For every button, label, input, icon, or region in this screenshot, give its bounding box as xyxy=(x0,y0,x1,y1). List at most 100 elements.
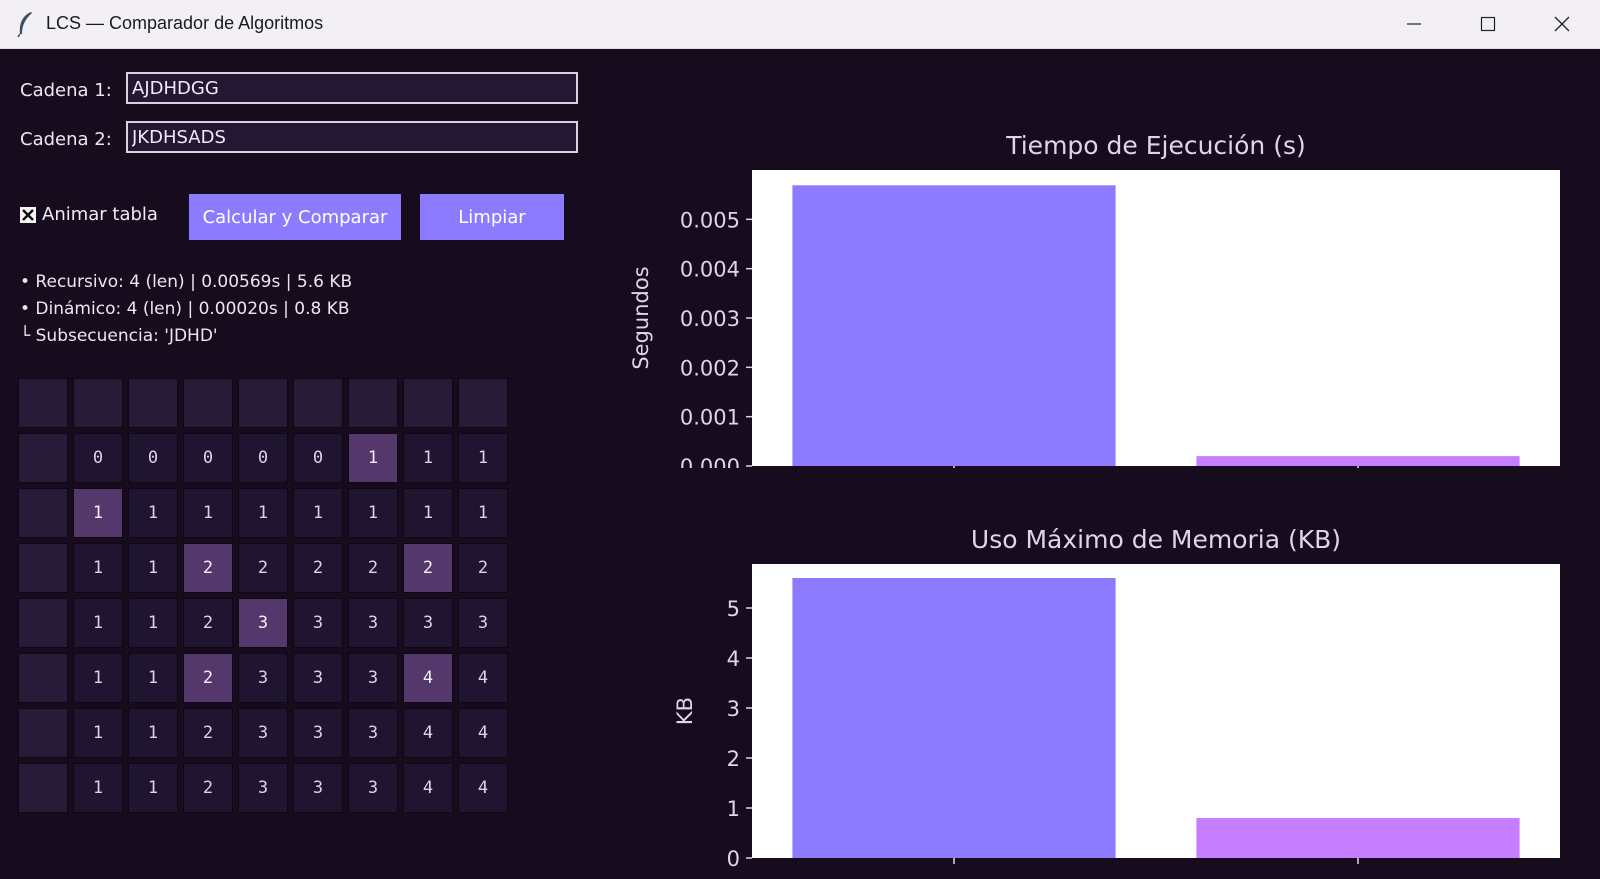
time-chart: Tiempo de Ejecución (s)RecursivoDinámico… xyxy=(620,78,1580,504)
table-cell: 3 xyxy=(348,708,398,758)
table-cell: 3 xyxy=(458,598,508,648)
table-cell: 1 xyxy=(128,543,178,593)
y-axis-label: Segundos xyxy=(629,266,653,369)
table-cell xyxy=(18,598,68,648)
table-cell: 0 xyxy=(73,433,123,483)
app-feather-icon xyxy=(17,12,32,38)
table-cell: 0 xyxy=(183,433,233,483)
close-button[interactable] xyxy=(1526,0,1598,48)
table-cell xyxy=(293,378,343,428)
y-tick-label: 1 xyxy=(727,797,740,821)
table-cell: 1 xyxy=(128,488,178,538)
table-cell: 3 xyxy=(293,763,343,813)
table-cell: 4 xyxy=(458,763,508,813)
table-cell: 1 xyxy=(128,653,178,703)
table-cell: 1 xyxy=(128,708,178,758)
table-cell: 2 xyxy=(293,543,343,593)
cadena1-input[interactable] xyxy=(126,72,578,104)
maximize-button[interactable] xyxy=(1452,0,1524,48)
table-cell xyxy=(18,543,68,593)
table-cell: 4 xyxy=(403,708,453,758)
table-cell: 1 xyxy=(73,708,123,758)
table-cell: 2 xyxy=(348,543,398,593)
window-title: LCS — Comparador de Algoritmos xyxy=(46,13,324,33)
table-cell: 2 xyxy=(403,543,453,593)
table-cell xyxy=(403,378,453,428)
cadena2-input[interactable] xyxy=(126,121,578,153)
table-cell: 3 xyxy=(293,653,343,703)
table-cell: 4 xyxy=(403,763,453,813)
table-cell: 2 xyxy=(183,763,233,813)
table-cell: 1 xyxy=(348,488,398,538)
y-tick-label: 3 xyxy=(727,697,740,721)
table-cell: 2 xyxy=(458,543,508,593)
table-cell: 3 xyxy=(403,598,453,648)
table-cell xyxy=(348,378,398,428)
table-cell: 3 xyxy=(293,708,343,758)
table-cell: 4 xyxy=(403,653,453,703)
table-cell xyxy=(18,763,68,813)
chart-title: Tiempo de Ejecución (s) xyxy=(1005,131,1306,160)
table-cell: 2 xyxy=(183,598,233,648)
table-cell: 1 xyxy=(73,543,123,593)
title-bar: LCS — Comparador de Algoritmos xyxy=(0,0,1600,49)
y-axis-label: KB xyxy=(673,697,697,725)
y-tick-label: 0.000 xyxy=(680,455,740,468)
y-tick-label: 0.004 xyxy=(680,258,740,282)
table-cell: 1 xyxy=(128,763,178,813)
table-cell xyxy=(18,708,68,758)
table-cell: 1 xyxy=(73,488,123,538)
table-cell xyxy=(128,378,178,428)
table-cell xyxy=(458,378,508,428)
cadena2-label: Cadena 2: xyxy=(20,129,112,150)
table-cell: 1 xyxy=(238,488,288,538)
calculate-compare-button[interactable]: Calcular y Comparar xyxy=(189,194,401,240)
table-cell xyxy=(238,378,288,428)
table-cell: 1 xyxy=(403,433,453,483)
table-cell: 1 xyxy=(458,488,508,538)
result-recursive: • Recursivo: 4 (len) | 0.00569s | 5.6 KB xyxy=(20,272,353,292)
bar-dinámico xyxy=(1196,818,1520,858)
table-cell: 3 xyxy=(348,763,398,813)
memory-chart: Uso Máximo de Memoria (KB)RecursivoDinám… xyxy=(620,470,1580,879)
table-cell xyxy=(18,488,68,538)
table-cell: 1 xyxy=(293,488,343,538)
bar-recursivo xyxy=(792,185,1116,466)
minimize-button[interactable] xyxy=(1378,0,1450,48)
main-area: Cadena 1: Cadena 2: Animar tabla Calcula… xyxy=(0,48,1600,879)
table-cell: 1 xyxy=(403,488,453,538)
table-cell xyxy=(18,653,68,703)
table-cell: 3 xyxy=(293,598,343,648)
table-cell: 3 xyxy=(238,763,288,813)
table-cell: 2 xyxy=(183,543,233,593)
animate-label: Animar tabla xyxy=(42,204,158,225)
bar-recursivo xyxy=(792,578,1116,858)
table-cell: 1 xyxy=(73,653,123,703)
table-cell: 3 xyxy=(238,598,288,648)
table-cell: 0 xyxy=(293,433,343,483)
y-tick-label: 4 xyxy=(727,647,740,671)
table-cell: 1 xyxy=(348,433,398,483)
y-tick-label: 0 xyxy=(727,847,740,870)
bar-dinámico xyxy=(1196,456,1520,466)
checkbox-checked-icon xyxy=(20,206,36,223)
minimize-icon xyxy=(1407,23,1421,25)
result-dynamic: • Dinámico: 4 (len) | 0.00020s | 0.8 KB xyxy=(20,299,350,319)
chart-title: Uso Máximo de Memoria (KB) xyxy=(971,525,1341,554)
table-cell: 0 xyxy=(128,433,178,483)
y-tick-label: 0.002 xyxy=(680,356,740,380)
table-cell: 4 xyxy=(458,653,508,703)
table-cell: 3 xyxy=(348,598,398,648)
table-cell: 3 xyxy=(238,653,288,703)
table-cell: 1 xyxy=(128,598,178,648)
table-cell: 1 xyxy=(73,763,123,813)
table-cell xyxy=(73,378,123,428)
animate-checkbox[interactable]: Animar tabla xyxy=(20,204,158,225)
table-cell xyxy=(18,433,68,483)
clear-button[interactable]: Limpiar xyxy=(420,194,564,240)
table-cell: 2 xyxy=(183,708,233,758)
table-cell: 1 xyxy=(183,488,233,538)
table-cell: 0 xyxy=(238,433,288,483)
table-cell: 2 xyxy=(238,543,288,593)
result-subsequence: └ Subsecuencia: 'JDHD' xyxy=(20,326,218,346)
